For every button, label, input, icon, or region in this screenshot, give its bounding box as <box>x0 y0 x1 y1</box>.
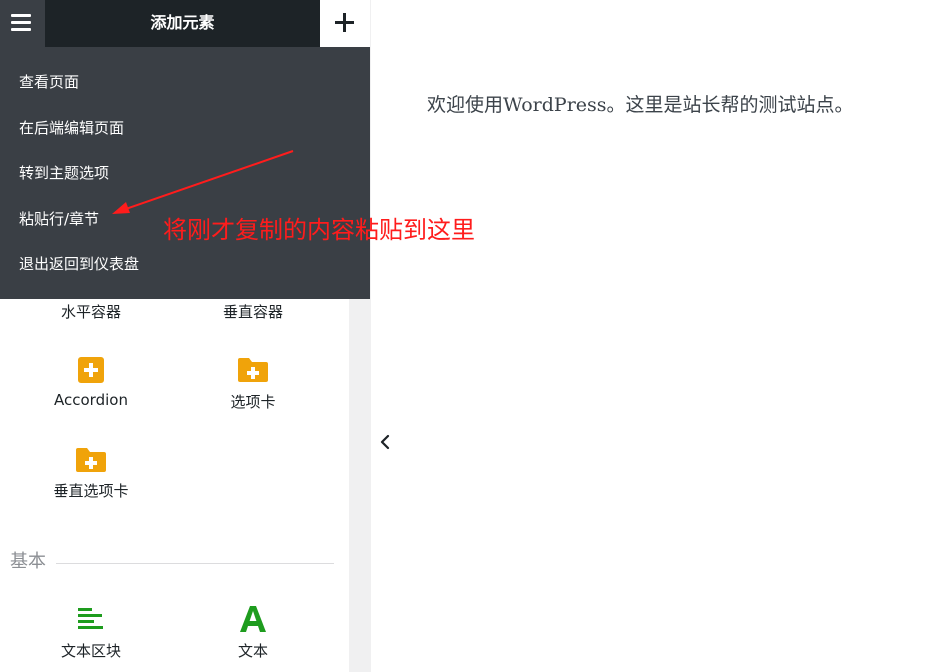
annotation-text: 将刚才复制的内容粘贴到这里 <box>163 216 475 244</box>
annotation-arrow <box>112 150 294 214</box>
